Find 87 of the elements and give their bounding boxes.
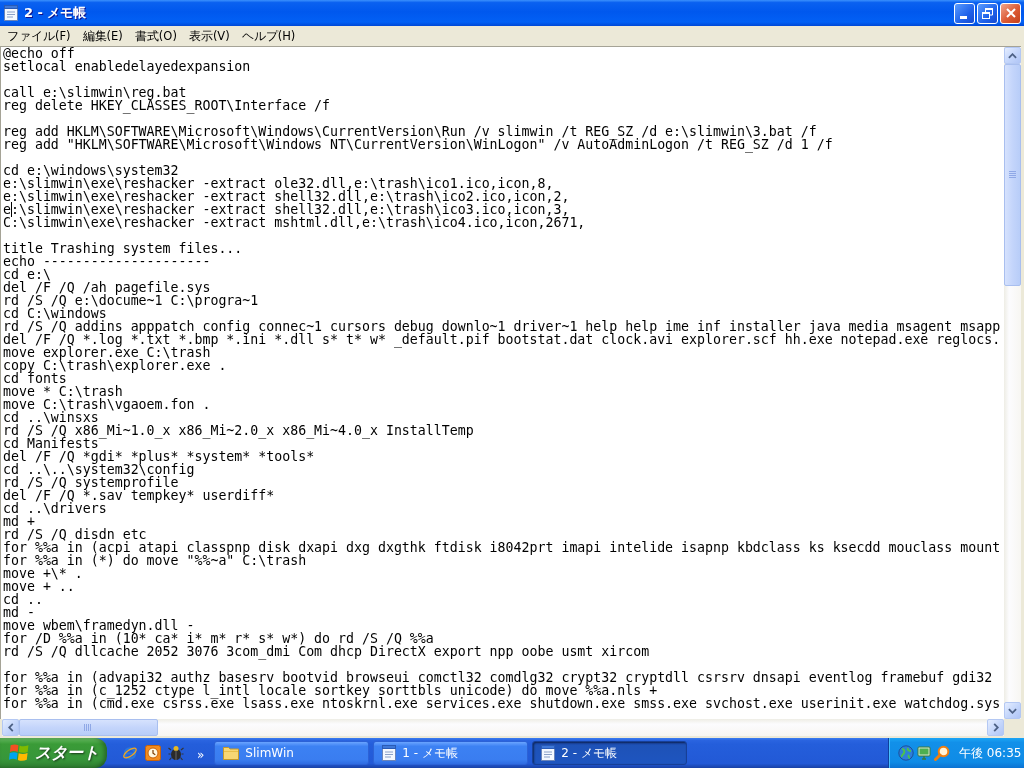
restore-button[interactable] bbox=[977, 2, 998, 24]
code-line: rd /S /Q disdn etc bbox=[3, 528, 147, 541]
code-line: reg add HKLM\SOFTWARE\Microsoft\Windows\CurrentVersion\Run /v slimwin /t REG_SZ /d e:\slimwin\3.bat /f bbox=[3, 125, 817, 138]
code-line: cd e:\windows\system32 bbox=[3, 164, 179, 177]
menu-item[interactable]: 書式(O) bbox=[128, 27, 183, 45]
orbit-icon[interactable] bbox=[122, 745, 138, 761]
taskbar-button[interactable]: SlimWin bbox=[214, 741, 370, 765]
minimize-button[interactable] bbox=[954, 2, 975, 24]
flag-icon bbox=[9, 744, 29, 762]
menu-item[interactable]: ファイル(F) bbox=[1, 27, 77, 45]
code-line: rd /S /Q e:\docume~1 C:\progra~1 bbox=[3, 294, 259, 307]
code-line: move wbem\framedyn.dll - bbox=[3, 619, 195, 632]
code-line: echo --------------------- bbox=[3, 255, 211, 268]
code-line: setlocal enabledelayedexpansion bbox=[3, 60, 251, 73]
code-line: reg delete HKEY_CLASSES_ROOT\Interface /f bbox=[3, 99, 331, 112]
code-line: move explorer.exe C:\trash bbox=[3, 346, 211, 359]
code-line: rd /S /Q x86_Mi~1.0_x x86_Mi~2.0_x x86_Mi~4.0_x InstallTemp bbox=[3, 424, 474, 437]
code-line: md + bbox=[3, 515, 35, 528]
folder-icon bbox=[223, 746, 240, 760]
taskbar-button[interactable]: 1 - メモ帳 bbox=[373, 741, 529, 765]
scroll-down-button[interactable] bbox=[1004, 702, 1021, 719]
more-button[interactable]: » bbox=[195, 748, 207, 762]
text-area[interactable] bbox=[1, 47, 1004, 719]
restore-icon bbox=[982, 7, 993, 19]
menu-item[interactable]: ヘルプ(H) bbox=[235, 27, 302, 45]
code-line: title Trashing system files... bbox=[3, 242, 243, 255]
code-line: move +\* . bbox=[3, 567, 83, 580]
code-line: for %%a in (cmd.exe csrss.exe lsass.exe ntoskrnl.exe services.exe shutdown.exe smss.exe svchost.exe userinit.exe watchdog.sys bbox=[3, 697, 1001, 710]
code-line: rd /S /Q dllcache 2052 3076 3com_dmi Com dhcp DirectX export npp oobe usmt xircom bbox=[3, 645, 650, 658]
code-line: cd .. bbox=[3, 593, 43, 606]
code-line: rd /S /Q addins apppatch config connec~1 cursors debug downlo~1 driver~1 help help ime inf installer java media msagent msapp bbox=[3, 320, 1001, 333]
scroll-up-button[interactable] bbox=[1004, 47, 1021, 64]
code-line: for /D %%a in (10* ca* i* m* r* s* w*) do rd /S /Q %%a bbox=[3, 632, 434, 645]
chevron-up-icon bbox=[1008, 52, 1017, 59]
chevron-left-icon bbox=[7, 723, 14, 732]
code-line: copy C:\trash\explorer.exe . bbox=[3, 359, 227, 372]
code-line: cd Manifests bbox=[3, 437, 99, 450]
start-button[interactable]: スタート bbox=[0, 738, 107, 768]
code-line: @echo off bbox=[3, 47, 75, 60]
code-line: for %%a in (advapi32 authz basesrv bootvid browseui comctl32 comdlg32 crypt32 cryptdll csrsrv dnsapi eventlog framebuf gdi32 bbox=[3, 671, 993, 684]
code-line: e:\slimwin\exe\reshacker -extract ole32.dll,e:\trash\ico1.ico,icon,8, bbox=[3, 177, 554, 190]
close-icon bbox=[1005, 8, 1016, 18]
code-line: del /F /Q *.log *.txt *.bmp *.ini *.dll s* t* w* _default.pif bootstat.dat clock.avi explorer.scf hh.exe notepad.exe reglocs. bbox=[3, 333, 1001, 346]
notepad-icon bbox=[382, 745, 397, 761]
chevron-right-icon bbox=[992, 723, 999, 732]
menu-item[interactable]: 表示(V) bbox=[182, 27, 236, 45]
code-line: e:\slimwin\exe\reshacker -extract shell32.dll,e:\trash\ico2.ico,icon,2, bbox=[3, 190, 570, 203]
code-line: reg add "HKLM\SOFTWARE\Microsoft\Windows NT\CurrentVersion\WinLogon" /v AutoAdminLogon /t REG_SZ /d 1 /f bbox=[3, 138, 833, 151]
code-line: cd ..\drivers bbox=[3, 502, 107, 515]
close-button[interactable] bbox=[1000, 2, 1021, 24]
code-line: cd C:\windows bbox=[3, 307, 107, 320]
menu-item[interactable]: 編集(E) bbox=[76, 27, 129, 45]
vertical-scrollbar[interactable] bbox=[1004, 47, 1021, 719]
minimize-icon bbox=[960, 15, 967, 19]
code-line: cd ..\winsxs bbox=[3, 411, 99, 424]
code-line: rd /S /Q systemprofile bbox=[3, 476, 179, 489]
beetle-icon[interactable] bbox=[168, 745, 184, 761]
code-line: for %%a in (*) do move "%%~a" C:\trash bbox=[3, 554, 307, 567]
code-line: for %%a in (c_1252 ctype l_intl locale sortkey sorttbls unicode) do move %%a.nls + bbox=[3, 684, 658, 697]
monitor-icon[interactable] bbox=[917, 746, 931, 760]
code-line: move + .. bbox=[3, 580, 75, 593]
notepad-icon bbox=[541, 745, 556, 761]
horizontal-scrollbar[interactable] bbox=[2, 719, 1004, 736]
code-line: move * C:\trash bbox=[3, 385, 123, 398]
code-line: cd fonts bbox=[3, 372, 67, 385]
globe-icon[interactable] bbox=[898, 745, 914, 761]
code-line: del /F /Q /ah pagefile.sys bbox=[3, 281, 211, 294]
code-line: cd ..\..\system32\config bbox=[3, 463, 195, 476]
scrollbar-thumb[interactable] bbox=[19, 719, 158, 736]
code-line: cd e:\ bbox=[3, 268, 51, 281]
code-line: call e:\slimwin\reg.bat bbox=[3, 86, 187, 99]
code-line: C:\slimwin\exe\reshacker -extract mshtml.dll,e:\trash\ico4.ico,icon,2671, bbox=[3, 216, 586, 229]
notepad-icon[interactable] bbox=[4, 5, 18, 21]
scrollbar-thumb[interactable] bbox=[1004, 64, 1021, 286]
magnifier-icon[interactable] bbox=[934, 745, 950, 761]
clock: 午後 06:35 bbox=[959, 744, 1022, 762]
scroll-right-button[interactable] bbox=[987, 719, 1004, 736]
code-line: del /F /Q *.sav tempkey* userdiff* bbox=[3, 489, 275, 502]
code-line: move C:\trash\vgaoem.fon . bbox=[3, 398, 211, 411]
chevron-down-icon bbox=[1008, 707, 1017, 714]
code-line: for %%a in (acpi atapi classpnp disk dxapi dxg dxgthk ftdisk i8042prt imapi intelide isapnp kbdclass ks ksecdd mouclass mount bbox=[3, 541, 1001, 554]
code-line: del /F /Q *gdi* *plus* *system* *tools* bbox=[3, 450, 315, 463]
taskbar-button[interactable]: 2 - メモ帳 bbox=[532, 741, 688, 765]
scroll-left-button[interactable] bbox=[2, 719, 19, 736]
clock-icon[interactable] bbox=[145, 745, 161, 761]
code-line: md - bbox=[3, 606, 35, 619]
window-title: 2 - メモ帳 bbox=[24, 4, 87, 22]
